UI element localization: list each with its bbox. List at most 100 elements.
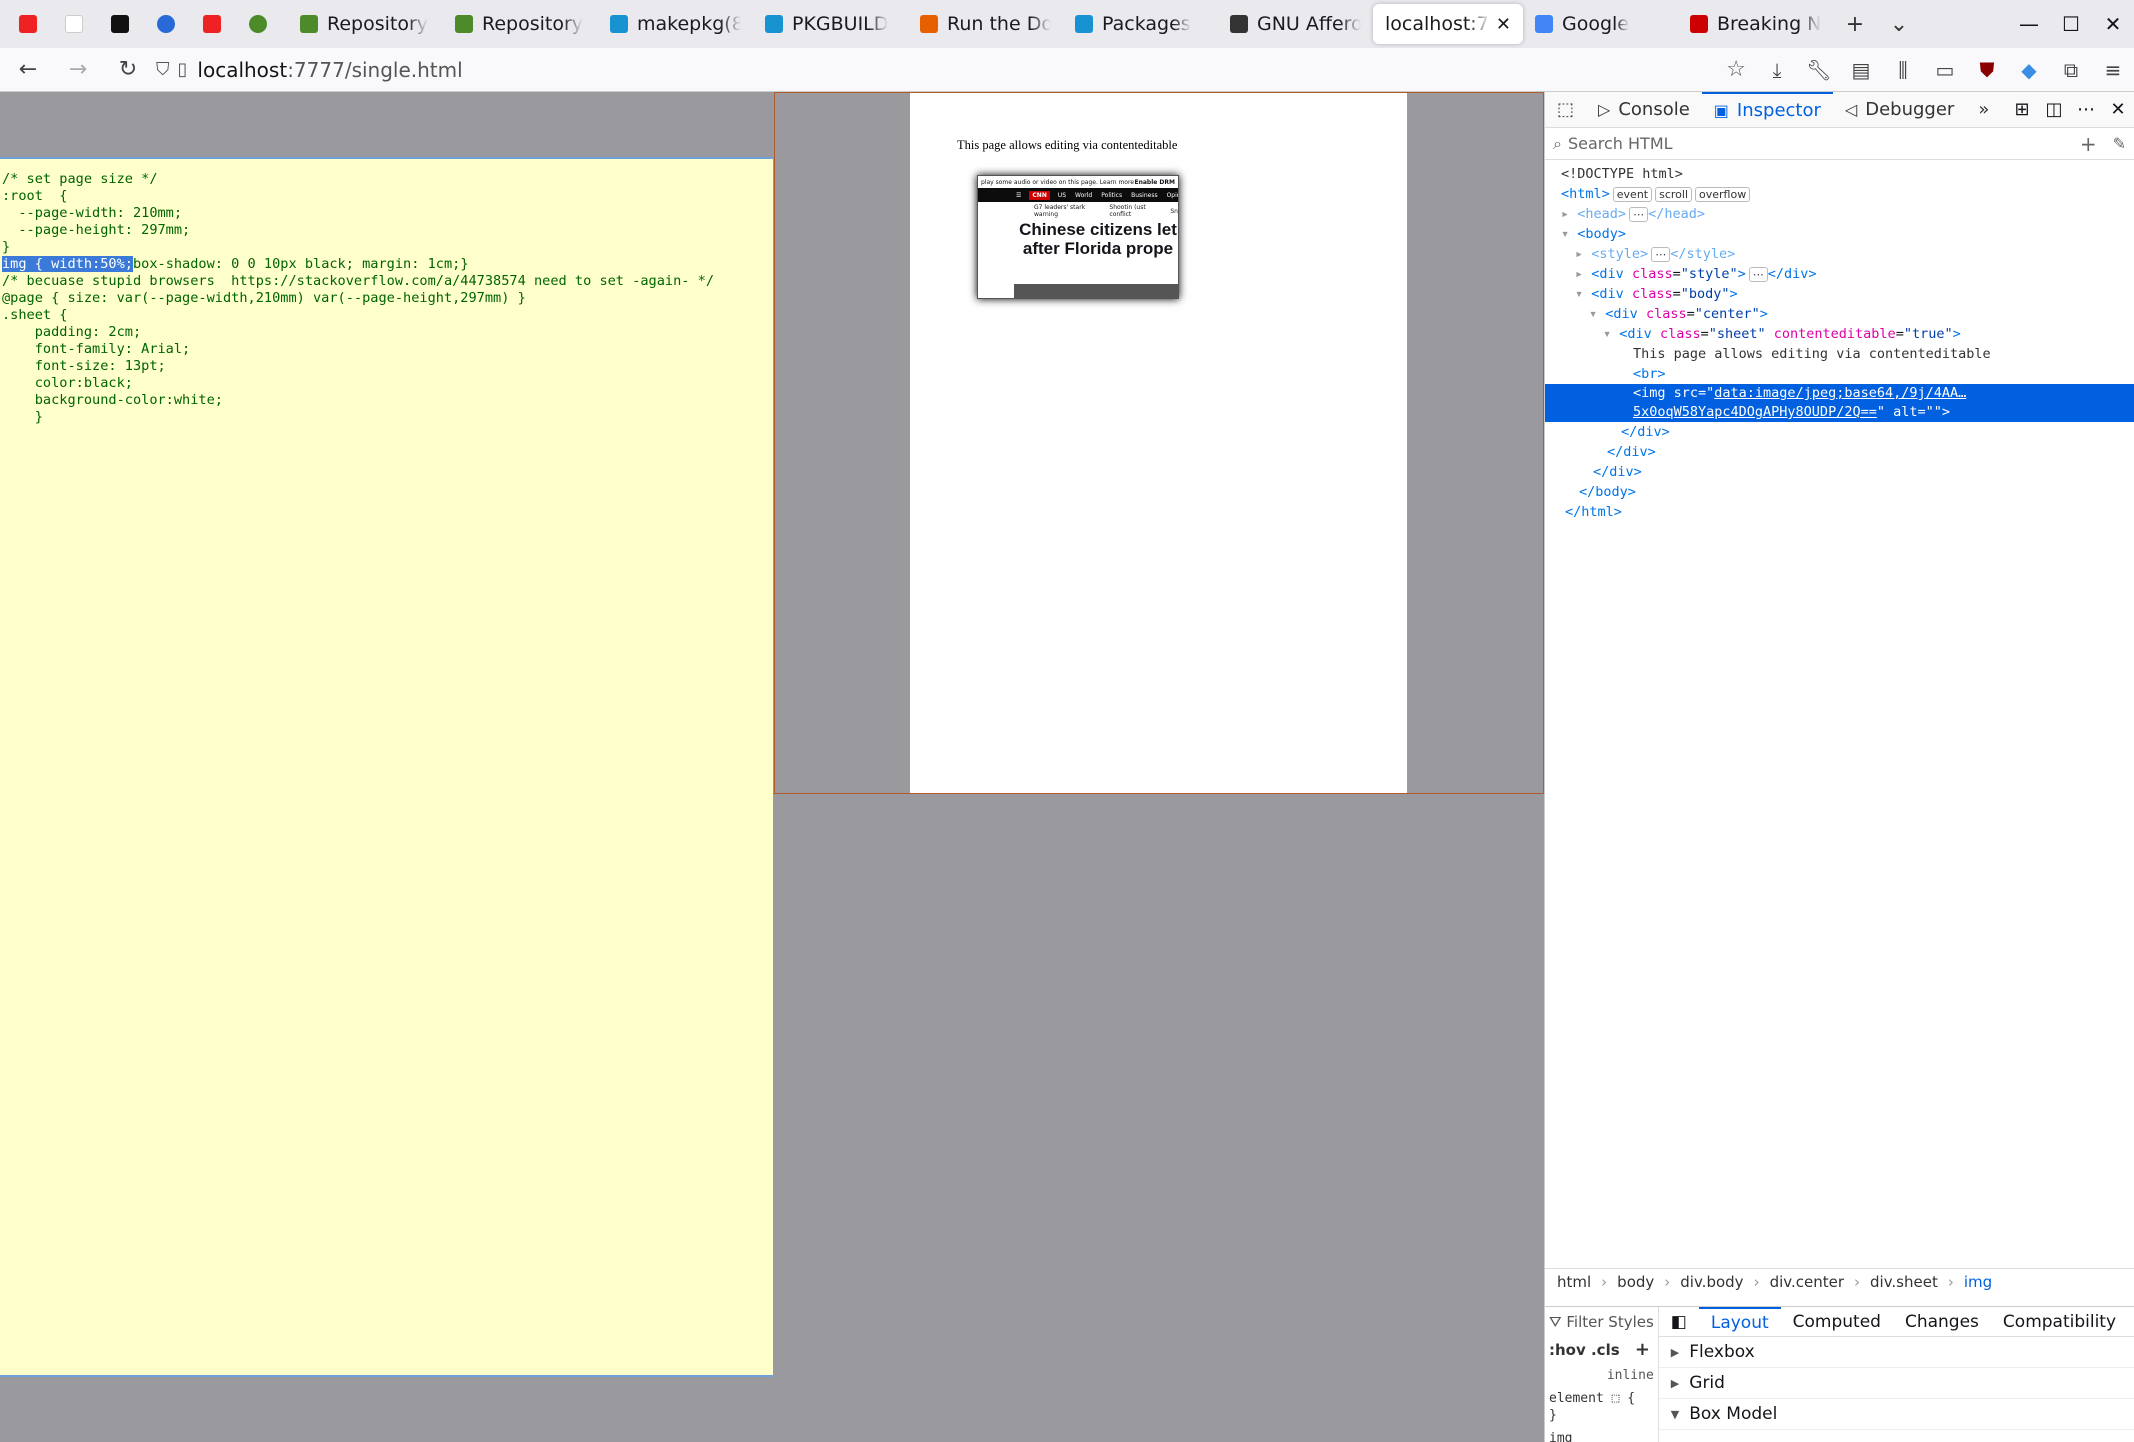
browser-tab[interactable]: PKGBUILD bbox=[753, 4, 908, 44]
tab-layout[interactable]: Layout bbox=[1698, 1306, 1781, 1337]
tree-style[interactable]: ▸ <style> ⋯ </style> bbox=[1545, 244, 2134, 264]
tab-changes[interactable]: Changes bbox=[1893, 1312, 1991, 1332]
page-info-icon[interactable]: ▯ bbox=[178, 59, 188, 80]
tree-div-style[interactable]: ▸ <div class="style"> ⋯ </div> bbox=[1545, 264, 2134, 284]
tab-console[interactable]: ▷ Console bbox=[1586, 92, 1702, 128]
img-rule[interactable]: img bbox=[1549, 1431, 1654, 1442]
menu-icon[interactable]: ≡ bbox=[2092, 50, 2134, 90]
reload-button[interactable]: ↻ bbox=[106, 50, 150, 90]
section-grid[interactable]: ▶ Grid bbox=[1658, 1368, 2134, 1399]
back-button[interactable]: ← bbox=[6, 50, 50, 90]
extensions-icon[interactable]: ⧉ bbox=[2050, 50, 2092, 90]
pinned-tab-5[interactable] bbox=[194, 6, 230, 42]
sheet[interactable]: This page allows editing via contentedit… bbox=[910, 93, 1407, 793]
tree-img-selected[interactable]: <img src="data:image/jpeg;base64,/9j/4AA… bbox=[1545, 384, 2134, 422]
shield-icon[interactable]: ⛉ bbox=[156, 59, 170, 80]
breadcrumb-item[interactable]: div.center bbox=[1770, 1273, 1844, 1291]
more-tools-icon[interactable]: » bbox=[1966, 92, 2001, 128]
tree-close-html[interactable]: </html> bbox=[1545, 502, 2134, 522]
filter-styles-input[interactable]: ⛛ Filter Styles bbox=[1549, 1313, 1654, 1331]
pinned-tab-4[interactable] bbox=[148, 6, 184, 42]
tree-close-center[interactable]: </div> bbox=[1545, 442, 2134, 462]
tree-close-body[interactable]: </body> bbox=[1545, 482, 2134, 502]
ublock-icon[interactable]: ⛊ bbox=[1966, 50, 2008, 90]
tree-div-center[interactable]: ▾ <div class="center"> bbox=[1545, 304, 2134, 324]
pinned-tab-3[interactable] bbox=[102, 6, 138, 42]
breadcrumb-item[interactable]: img bbox=[1964, 1273, 1992, 1291]
toggle-sidebar-icon[interactable]: ◧ bbox=[1659, 1312, 1699, 1332]
bookmark-star-icon[interactable]: ☆ bbox=[1726, 57, 1746, 82]
more-options-icon[interactable]: ⋯ bbox=[2070, 99, 2102, 120]
cnn-screenshot-image[interactable]: play some audio or video on this page. L… bbox=[977, 175, 1179, 299]
search-input[interactable]: Search HTML bbox=[1568, 134, 1673, 153]
tab-computed[interactable]: Computed bbox=[1781, 1312, 1893, 1332]
tab-compatibility[interactable]: Compatibility bbox=[1991, 1312, 2128, 1332]
tree-doctype[interactable]: <!DOCTYPE html> bbox=[1545, 164, 2134, 184]
add-node-icon[interactable]: + bbox=[2080, 132, 2097, 156]
sheet-text[interactable]: This page allows editing via contentedit… bbox=[957, 138, 1177, 153]
pinned-tab-6[interactable] bbox=[240, 6, 276, 42]
close-window-icon[interactable]: ✕ bbox=[2092, 4, 2134, 44]
img-src-link-1[interactable]: data:image/jpeg;base64,/9j/4AA… bbox=[1714, 385, 1966, 401]
tab-debugger[interactable]: ◁ Debugger bbox=[1833, 92, 1966, 128]
reader-icon[interactable]: ▤ bbox=[1840, 50, 1882, 90]
tree-head[interactable]: ▸ <head> ⋯ </head> bbox=[1545, 204, 2134, 224]
tree-close-body-div[interactable]: </div> bbox=[1545, 462, 2134, 482]
new-tab-button[interactable]: + bbox=[1833, 4, 1877, 44]
tab-list-chevron-icon[interactable]: ⌄ bbox=[1877, 4, 1921, 44]
library-icon[interactable]: ⫼ bbox=[1882, 50, 1924, 90]
breadcrumb-item[interactable]: div.body bbox=[1680, 1273, 1743, 1291]
css-code[interactable]: /* set page size */ :root { --page-width… bbox=[2, 171, 773, 426]
downloads-icon[interactable]: ⤓ bbox=[1756, 50, 1798, 90]
tree-close-sheet[interactable]: </div> bbox=[1545, 422, 2134, 442]
browser-tab[interactable]: Google bbox=[1523, 4, 1678, 44]
breadcrumb-item[interactable]: div.sheet bbox=[1870, 1273, 1938, 1291]
browser-tab[interactable]: Run the Do bbox=[908, 4, 1063, 44]
node-badge[interactable]: overflow bbox=[1695, 186, 1751, 202]
tab-favicon-icon bbox=[1230, 15, 1248, 33]
tree-body[interactable]: ▾ <body> bbox=[1545, 224, 2134, 244]
element-rule[interactable]: element ⬚ { bbox=[1549, 1391, 1654, 1406]
hov-cls-toggle[interactable]: :hov .cls + bbox=[1549, 1339, 1654, 1360]
browser-tab[interactable]: Breaking N bbox=[1678, 4, 1833, 44]
element-picker-icon[interactable]: ⬚ bbox=[1545, 92, 1586, 128]
extension-blue-icon[interactable]: ◆ bbox=[2008, 50, 2050, 90]
node-badge[interactable]: event bbox=[1612, 186, 1653, 202]
tree-html[interactable]: <html> event scroll overflow bbox=[1545, 184, 2134, 204]
tree-div-sheet[interactable]: ▾ <div class="sheet" contenteditable="tr… bbox=[1545, 324, 2134, 344]
tab-inspector[interactable]: ▣ Inspector bbox=[1701, 91, 1833, 128]
minimize-icon[interactable]: — bbox=[2008, 4, 2050, 44]
tree-text-node[interactable]: This page allows editing via contentedit… bbox=[1545, 344, 2134, 364]
breadcrumb-item[interactable]: body bbox=[1617, 1273, 1654, 1291]
tab-title: Breaking N bbox=[1717, 13, 1821, 35]
img-src-link-2[interactable]: 5x0oqW58Yapc4DOgAPHy8OUDP/2Q== bbox=[1633, 404, 1877, 420]
responsive-icon[interactable]: ⊞ bbox=[2006, 99, 2038, 120]
css-editor[interactable]: /* set page size */ :root { --page-width… bbox=[0, 157, 773, 1377]
browser-tab[interactable]: Repository bbox=[288, 4, 443, 44]
node-badge[interactable]: scroll bbox=[1655, 186, 1693, 202]
pinned-tab-2[interactable] bbox=[56, 6, 92, 42]
selected-text[interactable]: img { width:50%; bbox=[2, 256, 133, 272]
breadcrumb-item[interactable]: html bbox=[1557, 1273, 1591, 1291]
html-search[interactable]: ⌕ Search HTML + ✎ bbox=[1545, 128, 2134, 160]
browser-tab[interactable]: Repository bbox=[443, 4, 598, 44]
wrench-icon[interactable]: 🔧︎ bbox=[1798, 50, 1840, 90]
dock-icon[interactable]: ◫ bbox=[2038, 99, 2070, 120]
browser-tab[interactable]: localhost:77 ✕ bbox=[1373, 4, 1523, 44]
browser-tab[interactable]: makepkg(8 bbox=[598, 4, 753, 44]
folder-icon[interactable]: ▭ bbox=[1924, 50, 1966, 90]
maximize-icon[interactable]: ☐ bbox=[2050, 4, 2092, 44]
tree-div-body[interactable]: ▾ <div class="body"> bbox=[1545, 284, 2134, 304]
close-devtools-icon[interactable]: ✕ bbox=[2102, 99, 2134, 120]
browser-tab[interactable]: Packages bbox=[1063, 4, 1218, 44]
tree-br[interactable]: <br> bbox=[1545, 364, 2134, 384]
section-box-model[interactable]: ▼ Box Model bbox=[1658, 1399, 2134, 1430]
url-bar[interactable]: ⛉ ▯ localhost:7777/single.html ☆ bbox=[156, 52, 1746, 88]
close-tab-icon[interactable]: ✕ bbox=[1490, 14, 1511, 35]
forward-button[interactable]: → bbox=[56, 50, 100, 90]
chevron-down-icon[interactable]: ⌄ bbox=[2128, 1312, 2134, 1332]
eyedropper-icon[interactable]: ✎ bbox=[2113, 134, 2126, 153]
browser-tab[interactable]: GNU Affero bbox=[1218, 4, 1373, 44]
pinned-tab-1[interactable] bbox=[10, 6, 46, 42]
section-flexbox[interactable]: ▶ Flexbox bbox=[1658, 1337, 2134, 1368]
